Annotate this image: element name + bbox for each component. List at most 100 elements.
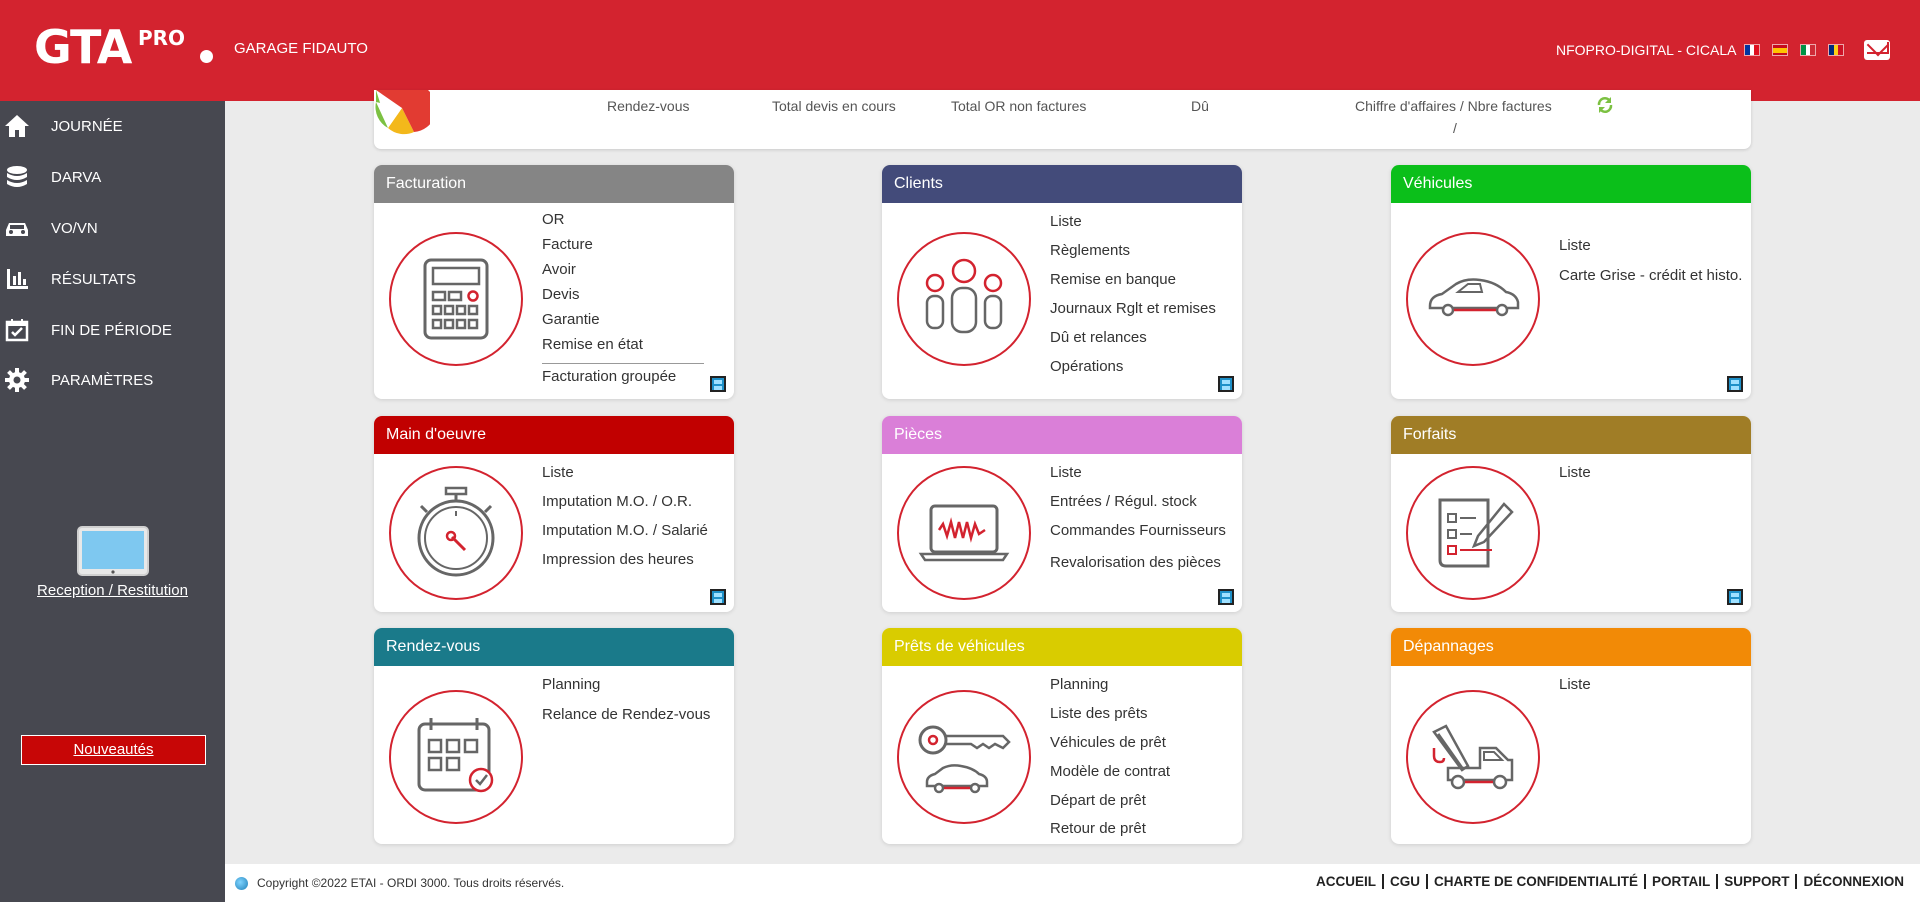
- grid-view-icon[interactable]: [1727, 376, 1743, 392]
- user-label: NFOPRO-DIGITAL - CICALA: [1556, 42, 1737, 58]
- link-liste[interactable]: Liste: [1559, 231, 1742, 261]
- footer-links: ACCUEIL CGU CHARTE DE CONFIDENTIALITÉ PO…: [1310, 874, 1910, 889]
- link-vehicules-pret[interactable]: Véhicules de prêt: [1050, 728, 1170, 757]
- link-operations[interactable]: Opérations: [1050, 352, 1216, 381]
- stat-rendez-vous[interactable]: Rendez-vous: [607, 98, 690, 114]
- footer-link-portail[interactable]: PORTAIL: [1643, 874, 1716, 889]
- link-avoir[interactable]: Avoir: [542, 257, 704, 282]
- gear-icon: [5, 368, 29, 392]
- link-commandes-fournisseurs[interactable]: Commandes Fournisseurs: [1050, 516, 1226, 545]
- link-planning[interactable]: Planning: [542, 670, 710, 700]
- link-depart-pret[interactable]: Départ de prêt: [1050, 786, 1170, 815]
- mail-icon[interactable]: [1864, 40, 1890, 60]
- sidebar-item-journee[interactable]: JOURNÉE: [0, 106, 225, 146]
- link-entrees-stock[interactable]: Entrées / Régul. stock: [1050, 487, 1226, 516]
- footer-link-charte[interactable]: CHARTE DE CONFIDENTIALITÉ: [1425, 874, 1644, 889]
- link-retour-pret[interactable]: Retour de prêt: [1050, 815, 1170, 842]
- stat-du[interactable]: Dû: [1191, 98, 1209, 114]
- sidebar-item-vovn[interactable]: VO/VN: [0, 208, 225, 248]
- link-modele-contrat[interactable]: Modèle de contrat: [1050, 757, 1170, 786]
- grid-view-icon[interactable]: [710, 589, 726, 605]
- sidebar-item-resultats[interactable]: RÉSULTATS: [0, 259, 225, 299]
- forfaits-icon-circle[interactable]: [1406, 466, 1540, 600]
- card-clients: Clients Liste Règlements Remise en banqu…: [882, 165, 1242, 399]
- facturation-icon-circle[interactable]: [389, 232, 523, 366]
- link-liste[interactable]: Liste: [1559, 670, 1591, 700]
- sidebar-item-parametres[interactable]: PARAMÈTRES: [0, 360, 225, 400]
- card-rendez-vous: Rendez-vous Planning Relance de Rendez-v…: [374, 628, 734, 844]
- link-imputation-or[interactable]: Imputation M.O. / O.R.: [542, 487, 708, 516]
- grid-view-icon[interactable]: [1218, 589, 1234, 605]
- grid-view-icon[interactable]: [1218, 376, 1234, 392]
- link-liste-prets[interactable]: Liste des prêts: [1050, 699, 1170, 728]
- link-facturation-groupee[interactable]: Facturation groupée: [542, 368, 704, 386]
- reception-restitution-link[interactable]: Reception / Restitution: [0, 582, 225, 599]
- rendez-vous-icon-circle[interactable]: [389, 690, 523, 824]
- footer-link-deconnexion[interactable]: DÉCONNEXION: [1795, 874, 1910, 889]
- clients-links: Liste Règlements Remise en banque Journa…: [1050, 207, 1216, 381]
- forfaits-links: Liste: [1559, 458, 1591, 487]
- link-devis[interactable]: Devis: [542, 282, 704, 307]
- copyright-text: Copyright ©2022 ETAI - ORDI 3000. Tous d…: [257, 876, 565, 890]
- link-facture[interactable]: Facture: [542, 232, 704, 257]
- stat-total-or[interactable]: Total OR non factures: [951, 98, 1086, 114]
- grid-view-icon[interactable]: [1727, 589, 1743, 605]
- main-oeuvre-icon-circle[interactable]: [389, 466, 523, 600]
- card-title: Main d'oeuvre: [374, 416, 734, 454]
- prets-links: Planning Liste des prêts Véhicules de pr…: [1050, 670, 1170, 842]
- refresh-icon[interactable]: [1596, 96, 1614, 114]
- clients-icon-circle[interactable]: [897, 232, 1031, 366]
- monitor-icon[interactable]: [76, 525, 150, 581]
- link-planning[interactable]: Planning: [1050, 670, 1170, 699]
- nouveautes-button[interactable]: Nouveautés: [21, 735, 206, 765]
- pie-chart-icon: [375, 90, 430, 135]
- sidebar-item-fin-de-periode[interactable]: FIN DE PÉRIODE: [0, 310, 225, 350]
- card-title: Pièces: [882, 416, 1242, 454]
- link-impression-heures[interactable]: Impression des heures: [542, 545, 708, 574]
- link-remise-en-banque[interactable]: Remise en banque: [1050, 265, 1216, 294]
- gta-pro-logo[interactable]: GTA PRO: [34, 24, 213, 70]
- link-remise-en-etat[interactable]: Remise en état: [542, 332, 704, 357]
- depannages-links: Liste: [1559, 670, 1591, 700]
- link-reglements[interactable]: Règlements: [1050, 236, 1216, 265]
- flag-ro-icon[interactable]: [1828, 44, 1844, 56]
- footer-link-support[interactable]: SUPPORT: [1716, 874, 1795, 889]
- link-relance-rendez-vous[interactable]: Relance de Rendez-vous: [542, 700, 710, 730]
- link-imputation-salarie[interactable]: Imputation M.O. / Salarié: [542, 516, 708, 545]
- checklist-icon: [1438, 498, 1514, 568]
- card-title: Véhicules: [1391, 165, 1751, 203]
- pieces-icon-circle[interactable]: [897, 466, 1031, 600]
- link-liste[interactable]: Liste: [542, 458, 708, 487]
- logo-suffix: PRO: [138, 26, 186, 50]
- card-prets-vehicules: Prêts de véhicules Planning Liste des pr…: [882, 628, 1242, 844]
- link-liste[interactable]: Liste: [1050, 458, 1226, 487]
- globe-icon: [235, 877, 248, 890]
- link-revalorisation[interactable]: Revalorisation des pièces: [1050, 545, 1226, 580]
- stat-chiffre-affaires[interactable]: Chiffre d'affaires / Nbre factures: [1355, 98, 1552, 114]
- stat-total-devis[interactable]: Total devis en cours: [772, 98, 896, 114]
- card-depannages: Dépannages Liste: [1391, 628, 1751, 844]
- key-car-icon: [918, 725, 1011, 794]
- link-or[interactable]: OR: [542, 207, 704, 232]
- link-carte-grise[interactable]: Carte Grise - crédit et histo.: [1559, 261, 1742, 291]
- vehicules-icon-circle[interactable]: [1406, 232, 1540, 366]
- link-journaux[interactable]: Journaux Rglt et remises: [1050, 294, 1216, 323]
- footer-link-accueil[interactable]: ACCUEIL: [1310, 874, 1382, 889]
- sidebar-item-darva[interactable]: DARVA: [0, 157, 225, 197]
- link-liste[interactable]: Liste: [1559, 458, 1591, 487]
- link-garantie[interactable]: Garantie: [542, 307, 704, 332]
- depannages-icon-circle[interactable]: [1406, 690, 1540, 824]
- car-icon: [1428, 278, 1520, 317]
- logo-dot: [200, 50, 213, 63]
- bar-chart-icon: [7, 269, 28, 289]
- vehicules-links: Liste Carte Grise - crédit et histo.: [1559, 231, 1742, 291]
- footer-link-cgu[interactable]: CGU: [1381, 874, 1426, 889]
- grid-view-icon[interactable]: [710, 376, 726, 392]
- flag-it-icon[interactable]: [1800, 44, 1816, 56]
- flag-es-icon[interactable]: [1772, 44, 1788, 56]
- link-liste[interactable]: Liste: [1050, 207, 1216, 236]
- flag-fr-icon[interactable]: [1744, 44, 1760, 56]
- prets-icon-circle[interactable]: [897, 690, 1031, 824]
- sidebar-item-label: VO/VN: [51, 219, 98, 237]
- link-du-et-relances[interactable]: Dû et relances: [1050, 323, 1216, 352]
